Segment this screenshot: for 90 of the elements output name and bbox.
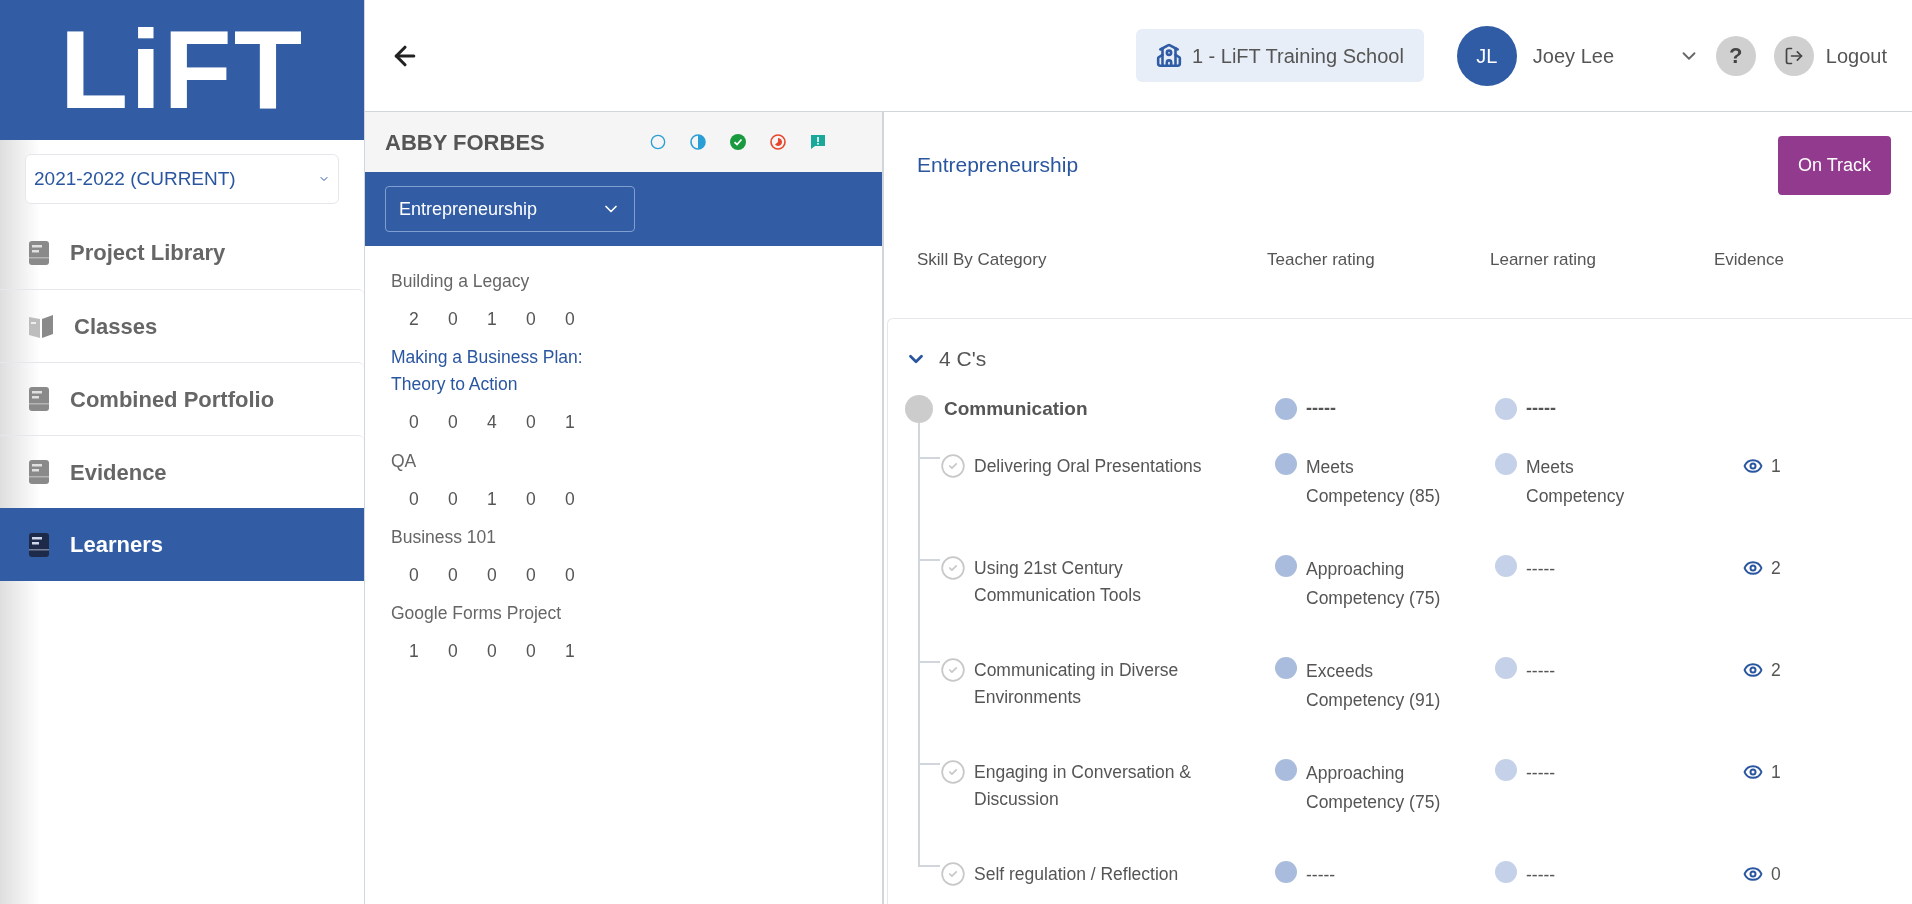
pie-circle-icon [770,134,786,150]
count: 0 [565,308,576,331]
subject-select[interactable]: Entrepreneurship [385,186,635,232]
count: 1 [409,640,420,663]
teacher-rating: Approaching Competency (75) [1306,558,1442,610]
project-link[interactable]: Google Forms Project [391,600,621,627]
evidence-count: 2 [1771,659,1781,682]
count: 0 [487,640,498,663]
status-badge: On Track [1778,135,1891,195]
project-link[interactable]: Making a Business Plan: Theory to Action [391,344,621,399]
circle-icon [650,134,666,150]
learner-rating: ----- [1526,762,1557,785]
check-circle-icon [940,861,966,887]
learner-rating: ----- [1526,864,1557,887]
subskill-name: Engaging in Conversation & Discussion [974,761,1192,811]
count: 0 [526,411,537,435]
count: 0 [526,487,537,511]
check-circle-icon [730,134,746,150]
check-circle-icon [940,657,966,683]
book-icon [28,531,50,558]
evidence-count: 0 [1771,863,1781,886]
count: 2 [409,308,420,331]
nav-item[interactable]: Learners [0,508,364,581]
learner-rating: ----- [1526,397,1556,421]
teacher-rating: Approaching Competency (75) [1306,762,1442,814]
book-icon [28,239,50,266]
help-button[interactable]: ? [1715,35,1756,76]
avatar[interactable]: JL [1456,25,1517,86]
count: 0 [448,640,459,663]
teacher-rating: ----- [1306,864,1337,887]
year-select[interactable]: 2021-2022 (CURRENT) [25,154,339,204]
skill-name: Communication [944,396,1088,421]
project-link[interactable]: QA [391,447,621,475]
logo[interactable]: LiFT [59,14,305,126]
column-header: Evidence [1714,249,1785,272]
count: 0 [448,563,459,587]
count: 0 [448,487,459,511]
subskill-name: Communicating in Diverse Environments [974,659,1180,709]
check-circle-icon [940,555,966,581]
count: 0 [565,563,576,587]
open-book-icon [28,313,54,339]
logout-button[interactable]: Logout [1773,35,1887,76]
column-header: Skill By Category [917,249,1048,272]
count: 0 [409,411,420,435]
nav-item[interactable]: Combined Portfolio [0,362,364,435]
evidence-count: 2 [1771,557,1781,580]
subskill-name: Using 21st Century Communication Tools [974,557,1142,607]
teacher-rating: Exceeds Competency (91) [1306,660,1442,712]
category-toggle[interactable]: 4 C's [905,343,1912,375]
nav-item[interactable]: Classes [0,289,364,362]
user-name: Joey Lee [1532,43,1615,69]
alert-message-icon [810,134,826,150]
learner-rating: ----- [1526,660,1557,683]
count: 0 [409,563,420,587]
count: 0 [487,563,498,587]
count: 1 [565,411,576,435]
column-header: Learner rating [1490,249,1597,272]
learner-rating: ----- [1526,558,1557,581]
project-link[interactable]: Building a Legacy [391,268,621,295]
logout-icon [1783,45,1804,66]
count: 0 [448,308,459,331]
learner-name: ABBY FORBES [385,128,546,157]
count: 1 [565,640,576,663]
count: 0 [526,308,537,331]
half-circle-icon [690,134,706,150]
subskill-name: Self regulation / Reflection [974,863,1180,886]
count: 1 [487,487,498,511]
column-header: Teacher rating [1267,249,1376,272]
count: 0 [565,487,576,511]
school-badge[interactable]: 1 - LiFT Training School [1135,29,1424,82]
check-circle-icon [940,453,966,479]
book-icon [28,459,50,485]
count: 0 [448,411,459,435]
learner-rating: Meets Competency [1526,456,1626,508]
count: 0 [526,640,537,663]
count: 1 [487,308,498,331]
count: 4 [487,411,498,435]
count: 0 [409,487,420,511]
teacher-rating: Meets Competency (85) [1306,456,1442,508]
subskill-name: Delivering Oral Presentations [974,455,1203,478]
school-icon [1155,42,1182,69]
count: 0 [526,563,537,587]
nav-item[interactable]: Project Library [0,216,364,289]
subject-title: Entrepreneurship [917,152,1079,179]
book-icon [28,386,50,412]
teacher-rating: ----- [1306,397,1336,421]
project-link[interactable]: Business 101 [391,523,621,551]
evidence-count: 1 [1771,455,1781,478]
check-circle-icon [940,759,966,785]
evidence-count: 1 [1771,761,1781,784]
